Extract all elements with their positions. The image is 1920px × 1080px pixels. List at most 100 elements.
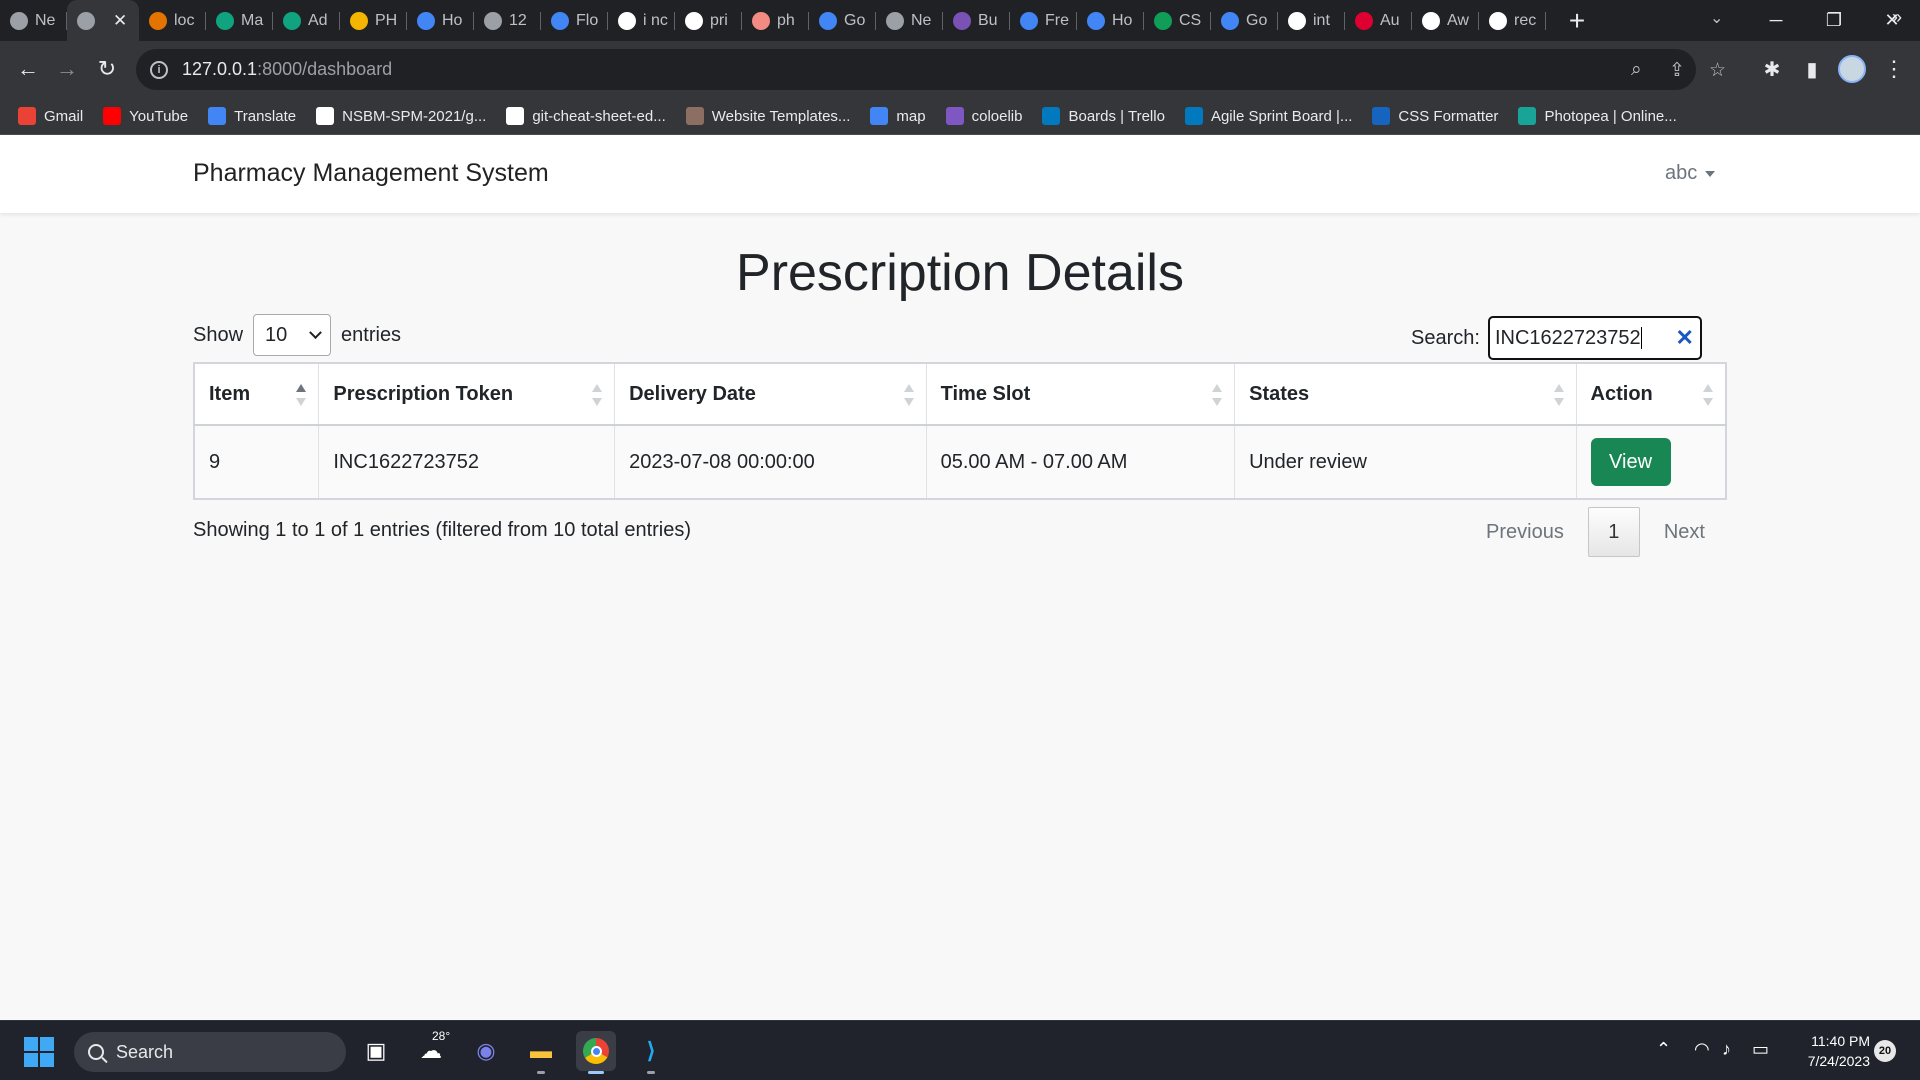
notification-badge[interactable]: 20 [1874, 1040, 1896, 1062]
browser-tab[interactable]: Ma [206, 0, 273, 41]
column-header-delivery-date[interactable]: Delivery Date [614, 362, 927, 426]
cell-token: INC1622723752 [318, 424, 616, 500]
bookmark-item[interactable]: CSS Formatter [1372, 107, 1498, 125]
file-explorer-icon[interactable]: ▬ [521, 1031, 561, 1074]
browser-menu-icon[interactable]: ⋮ [1878, 53, 1910, 85]
chromium-icon [10, 11, 28, 30]
table-search: Search: INC1622723752 ✕ [1411, 316, 1702, 360]
bookmark-label: Photopea | Online... [1544, 107, 1677, 125]
bookmark-item[interactable]: coloelib [945, 107, 1022, 125]
tab-label: Ne [911, 11, 932, 29]
browser-tab[interactable]: Ne [876, 0, 943, 41]
bookmark-item[interactable]: YouTube [103, 107, 188, 125]
address-bar[interactable]: i 127.0.0.1:8000/dashboard ⌕ ⇪ ☆ [136, 49, 1726, 90]
back-icon[interactable]: ← [12, 53, 44, 85]
column-label: Action [1590, 382, 1653, 405]
tab-label: loc [174, 11, 195, 29]
bookmark-star-icon[interactable]: ☆ [1709, 59, 1726, 82]
app-brand[interactable]: Pharmacy Management System [193, 159, 549, 188]
share-icon[interactable]: ⇪ [1669, 59, 1685, 82]
browser-tab[interactable]: pri [675, 0, 742, 41]
browser-tab[interactable]: Ne [0, 0, 67, 41]
bookmark-item[interactable]: git-cheat-sheet-ed... [506, 107, 666, 125]
site-info-icon[interactable]: i [150, 60, 168, 79]
browser-tab[interactable]: 12 [474, 0, 541, 41]
search-label: Search: [1411, 326, 1480, 349]
browser-tab[interactable]: rec [1479, 0, 1546, 41]
windows-start-icon[interactable] [24, 1037, 54, 1067]
page-1-button[interactable]: 1 [1587, 507, 1640, 557]
entries-per-page-select[interactable]: 10 [253, 314, 332, 356]
browser-tab[interactable]: ph [742, 0, 809, 41]
previous-page-button[interactable]: Previous [1468, 507, 1582, 557]
taskbar-clock[interactable]: 11:40 PM 7/24/2023 [1790, 1031, 1870, 1071]
google-icon [1489, 11, 1507, 30]
bookmark-item[interactable]: Photopea | Online... [1518, 107, 1677, 125]
browser-tab[interactable]: PH [340, 0, 407, 41]
column-header-item[interactable]: Item [193, 362, 320, 426]
side-panel-icon[interactable]: ▮ [1796, 53, 1828, 85]
bookmark-item[interactable]: Boards | Trello [1042, 107, 1165, 125]
vscode-icon[interactable]: ⟩ [631, 1031, 671, 1074]
bookmark-item[interactable]: Translate [208, 107, 296, 125]
browser-tab[interactable]: Bu [943, 0, 1010, 41]
show-hidden-icons[interactable]: ⌃ [1656, 1039, 1671, 1060]
browser-tab[interactable]: loc [139, 0, 206, 41]
bookmarks-overflow-icon[interactable]: » [1892, 7, 1902, 28]
browser-tab[interactable]: Fre [1010, 0, 1077, 41]
browser-tab[interactable]: i nc [608, 0, 675, 41]
forward-icon[interactable]: → [51, 53, 83, 85]
tab-label: CS [1179, 11, 1202, 29]
browser-tab[interactable]: int [1278, 0, 1345, 41]
browser-tab[interactable]: Au [1345, 0, 1412, 41]
profile-avatar[interactable] [1838, 55, 1866, 83]
teams-chat-icon[interactable]: ◉ [466, 1031, 506, 1071]
battery-icon[interactable]: ▭ [1752, 1039, 1769, 1060]
close-tab-icon[interactable]: ✕ [113, 11, 127, 31]
column-header-time-slot[interactable]: Time Slot [925, 362, 1236, 426]
volume-icon[interactable]: ♪ [1722, 1039, 1731, 1060]
tab-label: Au [1380, 11, 1400, 29]
wifi-icon[interactable]: ◠ [1694, 1039, 1710, 1060]
bookmark-item[interactable]: Gmail [18, 107, 83, 125]
restore-icon[interactable]: ❐ [1806, 0, 1862, 41]
minimize-icon[interactable]: ─ [1748, 0, 1804, 41]
bookmark-label: Gmail [44, 107, 84, 125]
text-cursor [1640, 327, 1642, 350]
browser-tab[interactable]: Go [1211, 0, 1278, 41]
gmail-icon [18, 107, 36, 125]
clear-search-icon[interactable]: ✕ [1676, 327, 1694, 349]
next-page-button[interactable]: Next [1646, 507, 1723, 557]
reload-icon[interactable]: ↻ [91, 53, 123, 85]
user-dropdown[interactable]: abc [1665, 162, 1716, 185]
browser-tab[interactable]: Ad [273, 0, 340, 41]
browser-tab[interactable]: Aw [1412, 0, 1479, 41]
search-input[interactable]: INC1622723752 ✕ [1487, 316, 1702, 360]
zoom-icon[interactable]: ⌕ [1631, 59, 1642, 81]
taskbar-search[interactable]: Search [74, 1032, 346, 1072]
bookmark-item[interactable]: Agile Sprint Board |... [1184, 107, 1352, 125]
sort-icon [903, 384, 914, 406]
new-tab-button[interactable]: + [1562, 5, 1592, 36]
tab-label: int [1313, 11, 1330, 29]
column-header-action[interactable]: Action [1575, 362, 1727, 426]
bookmark-item[interactable]: Website Templates... [685, 107, 850, 125]
extensions-icon[interactable]: ✱ [1756, 53, 1788, 85]
browser-tab[interactable]: Go [809, 0, 876, 41]
column-header-token[interactable]: Prescription Token [318, 362, 616, 426]
browser-tab[interactable]: CS [1144, 0, 1211, 41]
search-q-icon [551, 11, 569, 30]
view-button[interactable]: View [1590, 438, 1671, 486]
tab-search-icon[interactable]: ⌄ [1710, 8, 1723, 28]
tab-active[interactable]: ✕ [67, 0, 139, 41]
pagination: Previous 1 Next [1468, 507, 1723, 557]
browser-tab[interactable]: Ho [1077, 0, 1144, 41]
browser-tab[interactable]: Flo [541, 0, 608, 41]
column-header-states[interactable]: States [1234, 362, 1577, 426]
tab-label: rec [1514, 11, 1537, 29]
browser-tab[interactable]: Ho [407, 0, 474, 41]
task-view-icon[interactable]: ▣ [356, 1031, 396, 1071]
bookmark-item[interactable]: map [870, 107, 926, 125]
chrome-taskbar-icon[interactable] [576, 1031, 616, 1074]
bookmark-item[interactable]: NSBM-SPM-2021/g... [316, 107, 486, 125]
